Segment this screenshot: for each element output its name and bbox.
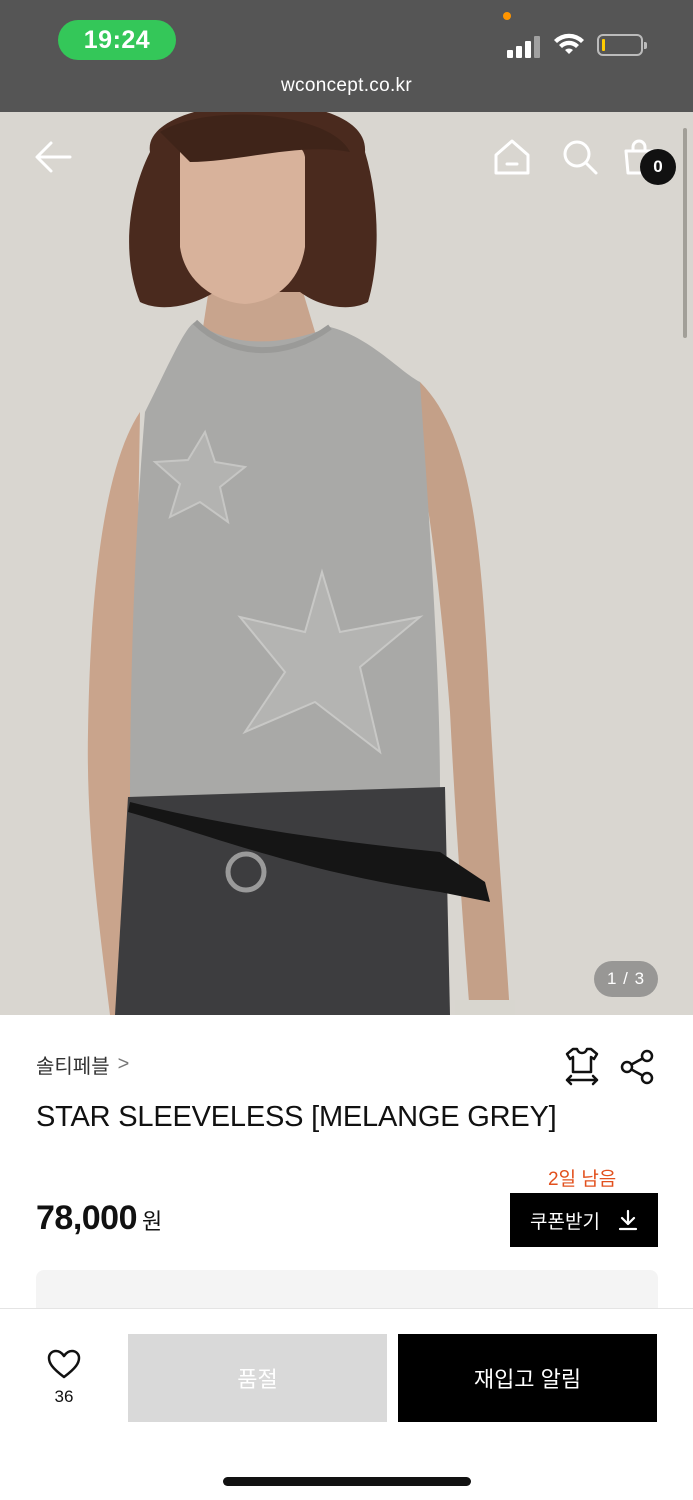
price-value: 78,000 <box>36 1199 138 1237</box>
scrollbar <box>683 128 687 338</box>
share-icon[interactable] <box>620 1049 654 1085</box>
coupon-button-label: 쿠폰받기 <box>530 1211 600 1233</box>
heart-icon <box>47 1349 81 1379</box>
bottom-action-bar: 36 품절 재입고 알림 <box>0 1308 693 1500</box>
download-icon <box>618 1209 638 1231</box>
product-image-gallery[interactable]: 0 1 / 3 <box>0 112 693 1015</box>
privacy-indicator-dot <box>503 12 511 20</box>
product-title: STAR SLEEVELESS [MELANGE GREY] <box>36 1101 557 1133</box>
like-button[interactable]: 36 <box>38 1349 90 1407</box>
home-indicator[interactable] <box>223 1477 471 1486</box>
coupon-button[interactable]: 쿠폰받기 <box>510 1193 658 1247</box>
search-icon[interactable] <box>561 138 599 176</box>
price-currency: 원 <box>142 1209 163 1234</box>
url-bar[interactable]: wconcept.co.kr <box>0 75 693 97</box>
cart-count-badge[interactable]: 0 <box>640 149 676 185</box>
product-photo <box>0 112 693 1015</box>
brand-name: 솔티페블 <box>36 1056 110 1078</box>
like-count: 36 <box>54 1387 74 1406</box>
size-guide-icon[interactable] <box>563 1046 601 1086</box>
battery-icon <box>597 34 647 56</box>
restock-alert-button[interactable]: 재입고 알림 <box>398 1334 657 1422</box>
brand-link[interactable]: 솔티페블 > <box>36 1050 129 1079</box>
home-icon[interactable] <box>493 138 531 176</box>
gallery-page-counter: 1 / 3 <box>594 961 658 997</box>
status-time: 19:24 <box>58 20 176 60</box>
chevron-right-icon: > <box>117 1053 130 1075</box>
soldout-button[interactable]: 품절 <box>128 1334 387 1422</box>
coupon-days-left: 2일 남음 <box>548 1169 617 1190</box>
signal-icon <box>507 34 543 58</box>
wifi-icon <box>554 33 584 54</box>
back-arrow-icon[interactable] <box>34 140 72 174</box>
status-bar: 19:24 wconcept.co.kr <box>0 0 693 112</box>
price: 78,000 원 <box>36 1199 162 1238</box>
